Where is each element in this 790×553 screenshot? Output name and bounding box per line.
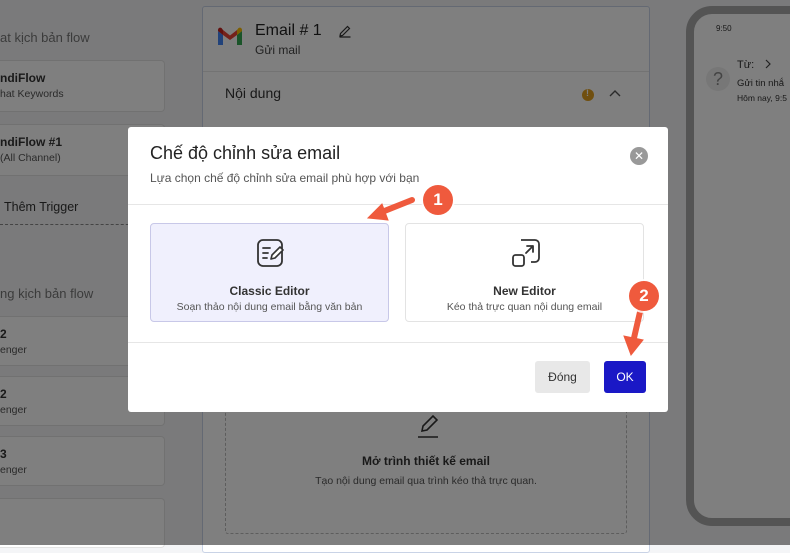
step-badge-1: 1	[423, 185, 453, 215]
annotation-arrows	[366, 197, 644, 357]
step1-arrow	[366, 197, 415, 221]
step2-arrow	[623, 309, 644, 357]
step-badge-2: 2	[629, 281, 659, 311]
